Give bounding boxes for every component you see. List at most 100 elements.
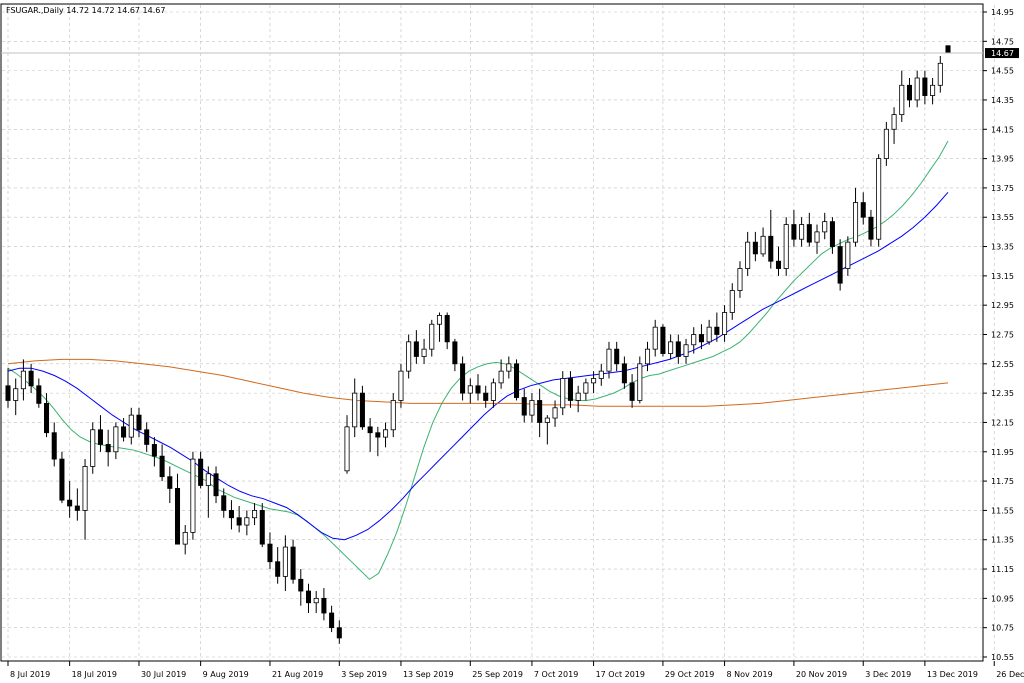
- candle-body: [514, 363, 520, 398]
- y-axis: 14.95 14.75 14.55 14.35 14.15 13.95 13.75 13.55…: [983, 8, 1014, 662]
- price-chart[interactable]: 14.95 14.75 14.55 14.35 14.15 13.95 13.75 13.55…: [0, 0, 1024, 683]
- candle-body: [945, 45, 951, 54]
- y-tick-label: 14.75: [991, 37, 1014, 46]
- candle-body: [837, 246, 843, 284]
- candle-body: [706, 326, 712, 343]
- candle-body: [483, 392, 489, 401]
- candle-body: [467, 385, 473, 394]
- candle-body: [174, 488, 181, 545]
- candle-body: [213, 473, 219, 497]
- y-tick-label: 13.75: [991, 184, 1014, 193]
- candle-body: [228, 510, 234, 519]
- chart-header: FSUGAR.,Daily 14.72 14.72 14.67 14.67: [6, 6, 165, 15]
- candle-body: [144, 429, 150, 445]
- candle-body: [329, 612, 335, 629]
- candle-body: [383, 429, 389, 438]
- candle-body: [745, 241, 751, 269]
- y-tick-label: 13.15: [991, 272, 1014, 281]
- x-axis: 8 Jul 2019 18 Jul 2019 30 Jul 2019 9 Aug 20…: [7, 661, 1024, 679]
- candle-body: [698, 334, 704, 343]
- y-tick-label: 12.75: [991, 331, 1014, 340]
- y-tick-label: 14.35: [991, 96, 1014, 105]
- x-tick-label: 7 Oct 2019: [534, 670, 578, 679]
- candle-body: [783, 224, 789, 269]
- candle-body: [221, 495, 227, 511]
- candle-body: [567, 378, 573, 401]
- candle-body: [883, 128, 889, 159]
- candle-body: [652, 326, 658, 350]
- candle-body: [853, 202, 859, 243]
- x-tick-label: 9 Aug 2019: [203, 670, 249, 679]
- candle-body: [51, 432, 57, 460]
- candle-body: [760, 235, 766, 255]
- candle-body: [252, 510, 258, 519]
- candle-body: [475, 385, 481, 394]
- y-tick-label: 13.55: [991, 213, 1014, 222]
- candle-body: [82, 466, 88, 511]
- candle-body: [575, 392, 581, 401]
- candle-body: [506, 363, 512, 372]
- y-tick-label: 12.15: [991, 418, 1014, 427]
- candle-body: [791, 224, 797, 240]
- candle-body: [914, 77, 920, 101]
- candle-body: [20, 370, 26, 390]
- candle-body: [822, 221, 828, 233]
- candle-body: [121, 426, 127, 438]
- candle-body: [775, 260, 782, 269]
- candle-body: [105, 444, 111, 453]
- x-tick-label: 13 Sep 2019: [403, 670, 454, 679]
- candle-body: [5, 385, 11, 401]
- candle-body: [544, 417, 550, 423]
- candle-body: [313, 597, 319, 604]
- candle-body: [845, 241, 851, 269]
- y-tick-label: 10.55: [991, 653, 1014, 662]
- candle-body: [691, 334, 697, 346]
- candle-body: [552, 407, 558, 419]
- candle-body: [113, 426, 119, 453]
- candle-body: [344, 426, 350, 472]
- candle-body: [560, 378, 566, 409]
- plot-frame: [0, 3, 984, 662]
- candle-body: [606, 348, 612, 372]
- candle-body: [637, 363, 643, 401]
- candle-body: [937, 62, 943, 86]
- candle-body: [598, 370, 604, 379]
- candle-body: [182, 531, 188, 545]
- candle-body: [298, 578, 304, 592]
- y-tick-label: 13.95: [991, 155, 1014, 164]
- x-tick-label: 8 Nov 2019: [727, 670, 773, 679]
- candle-body: [244, 517, 250, 526]
- x-tick-label: 26 Dec 2019: [996, 670, 1024, 679]
- candle-body: [537, 400, 543, 423]
- x-tick-label: 30 Jul 2019: [141, 670, 186, 679]
- candle-body: [675, 341, 681, 357]
- candle-body: [398, 370, 404, 401]
- candle-body: [529, 400, 535, 416]
- candle-body: [899, 84, 905, 116]
- candle-body: [429, 323, 435, 350]
- candle-body: [352, 392, 358, 428]
- y-tick-label: 14.55: [991, 67, 1014, 76]
- candle-body: [891, 114, 897, 130]
- y-tick-label: 12.35: [991, 389, 1014, 398]
- candle-body: [128, 414, 134, 438]
- candle-body: [498, 370, 504, 384]
- candle-body: [44, 402, 50, 434]
- x-tick-label: 3 Sep 2019: [341, 670, 387, 679]
- candle-body: [806, 224, 812, 243]
- x-tick-label: 17 Oct 2019: [596, 670, 645, 679]
- candle-body: [13, 388, 19, 401]
- candle-body: [629, 382, 635, 401]
- candle-body: [321, 597, 327, 614]
- candle-body: [829, 221, 835, 247]
- candle-body: [521, 397, 527, 416]
- x-tick-label: 18 Jul 2019: [72, 670, 117, 679]
- candle-body: [282, 546, 288, 577]
- candle-body: [136, 414, 142, 431]
- candle-body: [305, 590, 312, 604]
- candle-body: [591, 378, 597, 384]
- candle-body: [452, 341, 458, 365]
- candle-body: [722, 312, 728, 335]
- candle-body: [97, 429, 103, 445]
- candle-body: [74, 505, 80, 511]
